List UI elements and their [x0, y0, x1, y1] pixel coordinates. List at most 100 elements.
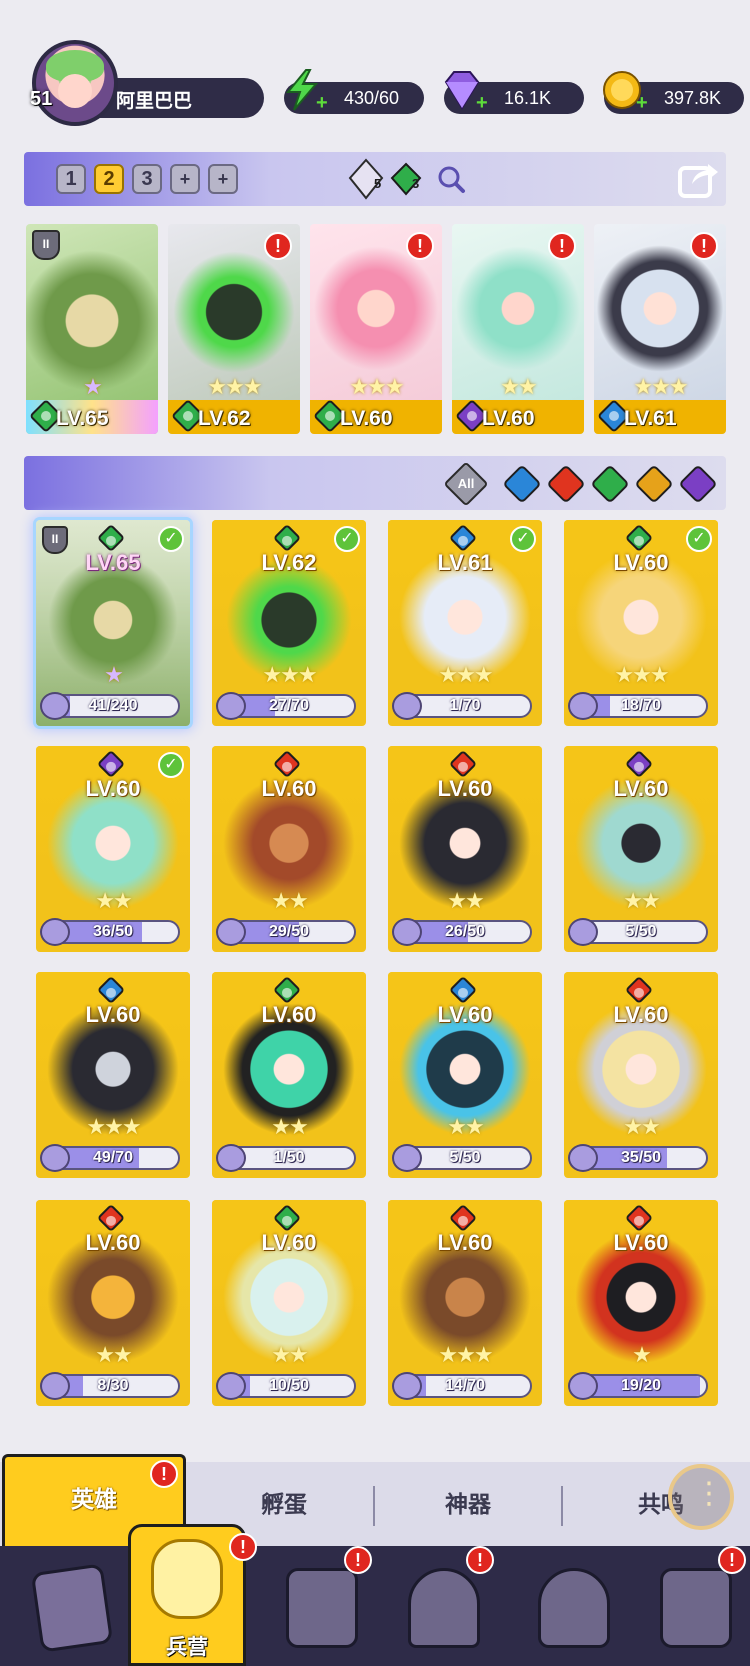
player-avatar[interactable] [32, 40, 118, 126]
hero-level: LV.60 [85, 776, 141, 801]
filter-nature-icon[interactable] [590, 464, 630, 504]
alert-icon: ! [344, 1546, 372, 1574]
share-icon[interactable] [676, 158, 720, 200]
hero-card[interactable]: LV.60 ★★ 10/50 [212, 1200, 366, 1406]
plus-icon: + [316, 92, 328, 114]
hero-level: LV.61 [624, 407, 677, 430]
hero-card[interactable]: LV.60 ★★ 35/50 [564, 972, 718, 1178]
bottom-nav: 兵营 ! ! ! ! [0, 1524, 750, 1666]
hero-card[interactable]: ✓ LV.61 ★★★ 1/70 [388, 520, 542, 726]
shard-icon [392, 1144, 422, 1172]
nav-cards[interactable] [16, 1554, 116, 1654]
rank-badge: II [42, 526, 68, 554]
hero-level: LV.60 [85, 1002, 141, 1027]
gem-value: 16.1K [504, 88, 552, 108]
energy-counter[interactable]: + 430/60 [284, 69, 424, 114]
shard-icon [568, 918, 598, 946]
nav-barracks[interactable]: 兵营 ! [128, 1524, 257, 1666]
hero-card[interactable]: LV.60 ★★ 5/50 [564, 746, 718, 952]
hero-level: LV.62 [198, 407, 251, 430]
hero-stars: ★★ [623, 1114, 660, 1139]
add-team-button[interactable]: + [208, 164, 238, 194]
cards-icon [30, 1563, 114, 1653]
nav-guild[interactable]: ! [640, 1546, 746, 1654]
castle-icon [408, 1568, 480, 1648]
team-tab-3[interactable]: 3 [132, 164, 162, 194]
hero-card[interactable]: ✓ LV.60 ★★★ 18/70 [564, 520, 718, 726]
alert-icon: ! [690, 232, 718, 260]
filter-all-button[interactable]: All [443, 461, 489, 507]
hero-level: LV.60 [261, 776, 317, 801]
nav-castle[interactable]: ! [388, 1546, 494, 1654]
hero-level: LV.65 [85, 550, 141, 575]
gold-counter[interactable]: + 397.8K [603, 71, 744, 114]
shard-icon [568, 1144, 598, 1172]
hero-level: LV.60 [340, 407, 393, 430]
team-hero-card[interactable]: ! ★★ LV.60 [452, 224, 584, 434]
filter-fire-icon[interactable] [546, 464, 586, 504]
hero-stars: ★★★ [262, 662, 317, 687]
filter-dark-icon[interactable] [678, 464, 718, 504]
team-hero-card[interactable]: II ★ LV.65 [26, 224, 158, 434]
hero-stars: ★★★ [86, 1114, 141, 1139]
team-hero-card[interactable]: ! ★★★ LV.61 [594, 224, 726, 434]
hero-stars: ★★★ [349, 374, 404, 399]
hero-stars: ★★★ [614, 662, 669, 687]
mushroom-icon [538, 1568, 610, 1648]
hero-stars: ★★ [271, 1114, 308, 1139]
hero-stars: ★★ [95, 1342, 132, 1367]
hero-card[interactable]: LV.60 ★★ 1/50 [212, 972, 366, 1178]
shard-icon [568, 692, 598, 720]
hero-card[interactable]: LV.60 ★★ 5/50 [388, 972, 542, 1178]
alert-icon: ! [229, 1533, 257, 1561]
barracks-icon [151, 1539, 223, 1619]
gem-counter[interactable]: + 16.1K [444, 71, 584, 114]
hero-level: LV.60 [437, 1002, 493, 1027]
hero-stars: ★ [83, 374, 103, 399]
add-team-button[interactable]: + [170, 164, 200, 194]
filter-light-icon[interactable] [634, 464, 674, 504]
hero-stars: ★★ [623, 888, 660, 913]
tab-divider [373, 1486, 375, 1526]
hero-card[interactable]: LV.60 ★★ 29/50 [212, 746, 366, 952]
hero-stars: ★★ [271, 1342, 308, 1367]
hero-stars: ★★★ [438, 1342, 493, 1367]
team-tab-1[interactable]: 1 [56, 164, 86, 194]
team-hero-card[interactable]: ! ★★★ LV.60 [310, 224, 442, 434]
shard-icon [216, 918, 246, 946]
book-icon [286, 1568, 358, 1648]
hero-card[interactable]: LV.60 ★★★ 49/70 [36, 972, 190, 1178]
hero-card[interactable]: ✓ LV.62 ★★★ 27/70 [212, 520, 366, 726]
filter-water-icon[interactable] [502, 464, 542, 504]
hero-level: LV.62 [261, 550, 317, 575]
hero-level: LV.60 [261, 1002, 317, 1027]
nav-book[interactable]: ! [266, 1546, 372, 1654]
team-hero-card[interactable]: ! ★★★ LV.62 [168, 224, 300, 434]
green-crystal-count: 3 [412, 176, 420, 191]
hero-level: LV.60 [613, 550, 669, 575]
team-header: 1 2 3 + + 5 3 [24, 152, 726, 206]
hero-stars: ★★ [271, 888, 308, 913]
shard-icon [40, 1144, 70, 1172]
hero-level: LV.61 [437, 550, 493, 575]
energy-value: 430/60 [344, 88, 400, 108]
green-crystal-icon[interactable] [386, 158, 426, 200]
hero-level: LV.60 [261, 1230, 317, 1255]
shard-icon [568, 1372, 598, 1400]
shard-icon [40, 1372, 70, 1400]
tab-artifact[interactable]: 神器 [378, 1462, 558, 1546]
silver-crystal-count: 5 [374, 176, 382, 191]
element-filter-bar: All [24, 456, 726, 510]
hero-card[interactable]: LV.60 ★★ 8/30 [36, 1200, 190, 1406]
floating-menu-button[interactable] [668, 1464, 734, 1530]
top-bar: 51 阿里巴巴 + 430/60 + 16.1K + 397.8K [0, 0, 750, 130]
nav-mushroom[interactable] [518, 1554, 618, 1654]
shard-icon [40, 918, 70, 946]
hero-card[interactable]: LV.60 ★ 19/20 [564, 1200, 718, 1406]
hero-card[interactable]: II ✓ LV.65 ★ 41/240 [36, 520, 190, 726]
team-tab-2[interactable]: 2 [94, 164, 124, 194]
hero-card[interactable]: LV.60 ★★★ 14/70 [388, 1200, 542, 1406]
search-icon[interactable] [436, 164, 466, 194]
hero-card[interactable]: LV.60 ★★ 26/50 [388, 746, 542, 952]
hero-card[interactable]: ✓ LV.60 ★★ 36/50 [36, 746, 190, 952]
